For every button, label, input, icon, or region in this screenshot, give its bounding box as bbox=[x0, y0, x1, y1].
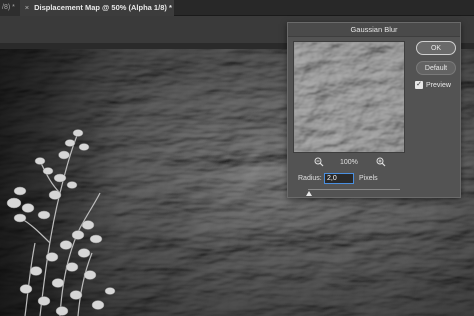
radius-label: Radius: bbox=[298, 175, 322, 182]
radius-slider-track[interactable] bbox=[308, 189, 400, 190]
preview-image bbox=[294, 42, 404, 152]
zoom-out-icon[interactable] bbox=[314, 157, 324, 167]
radius-slider-thumb[interactable] bbox=[306, 191, 312, 196]
radius-input[interactable] bbox=[324, 173, 354, 184]
close-tab-icon[interactable]: × bbox=[22, 0, 32, 16]
document-tab-bar: /8) * × Displacement Map @ 50% (Alpha 1/… bbox=[0, 0, 474, 16]
preview-label: Preview bbox=[426, 81, 451, 89]
dialog-title[interactable]: Gaussian Blur bbox=[288, 23, 460, 37]
tab-previous-document[interactable]: /8) * bbox=[0, 0, 20, 16]
zoom-in-icon[interactable] bbox=[376, 157, 386, 167]
zoom-controls: 100% bbox=[308, 157, 390, 169]
ok-button[interactable]: OK bbox=[416, 41, 456, 55]
tab-title: Displacement Map @ 50% (Alpha 1/8) * bbox=[34, 3, 172, 12]
radius-unit: Pixels bbox=[359, 175, 378, 182]
checkmark-icon[interactable]: ✓ bbox=[415, 81, 423, 89]
tab-displacement-map[interactable]: × Displacement Map @ 50% (Alpha 1/8) * bbox=[20, 0, 174, 16]
tab-previous-label: /8) * bbox=[2, 4, 15, 11]
zoom-level: 100% bbox=[340, 159, 358, 166]
default-button[interactable]: Default bbox=[416, 61, 456, 75]
gaussian-blur-dialog[interactable]: Gaussian Blur OK Default ✓ Preview 100% … bbox=[287, 22, 461, 198]
blur-preview-window[interactable] bbox=[293, 41, 405, 153]
preview-checkbox[interactable]: ✓ Preview bbox=[415, 81, 451, 89]
